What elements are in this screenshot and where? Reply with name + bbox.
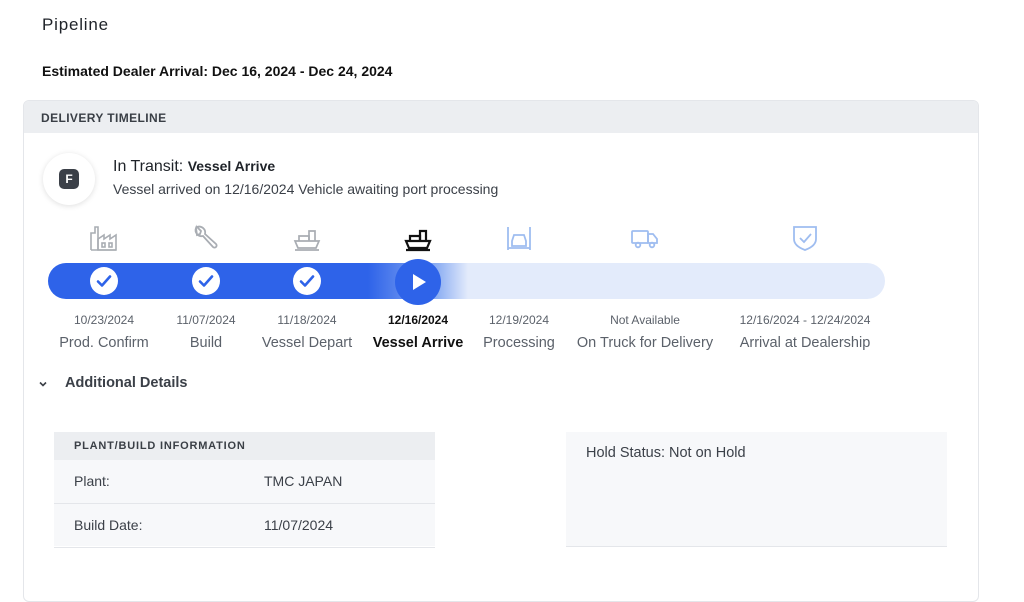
status-badge: F [43, 153, 95, 205]
build-date-value: 11/07/2024 [264, 517, 334, 533]
check-icon [96, 275, 112, 287]
plant-value: TMC JAPAN [264, 473, 343, 489]
stage-complete-marker [293, 267, 321, 295]
check-icon [198, 275, 214, 287]
status-badge-letter: F [59, 169, 79, 189]
status-main: In Transit: [113, 158, 184, 175]
stage-label: Arrival at Dealership [739, 335, 871, 351]
build-date-key: Build Date: [74, 517, 143, 533]
build-date-row: Build Date: 11/07/2024 [54, 504, 435, 548]
plant-key: Plant: [74, 473, 110, 489]
page-title: Pipeline [42, 15, 109, 34]
delivery-timeline-card: DELIVERY TIMELINE F In Transit: Vessel A… [23, 100, 979, 602]
truck-icon [631, 230, 658, 249]
stage-current-marker [395, 259, 441, 305]
factory-icon [90, 226, 117, 251]
additional-details-toggle[interactable]: Additional Details [65, 375, 187, 391]
check-icon [299, 275, 315, 287]
status-sub: Vessel Arrive [187, 158, 276, 174]
estimated-arrival: Estimated Dealer Arrival: Dec 16, 2024 -… [42, 63, 393, 79]
stage-date: Not Available [610, 313, 680, 327]
stage-label: On Truck for Delivery [576, 335, 714, 351]
chevron-down-icon[interactable] [38, 379, 48, 389]
ship-active-icon [404, 229, 432, 252]
stage-complete-marker [192, 267, 220, 295]
wrench-icon [194, 224, 218, 249]
stage-date: 12/16/2024 - 12/24/2024 [739, 313, 871, 327]
car-lift-icon [507, 227, 531, 250]
status-description: Vessel arrived on 12/16/2024 Vehicle awa… [113, 181, 499, 197]
shield-check-icon [793, 226, 817, 251]
hold-status: Hold Status: Not on Hold [586, 445, 746, 461]
plant-build-header: PLANT/BUILD INFORMATION [54, 432, 435, 460]
delivery-timeline-header: DELIVERY TIMELINE [24, 101, 978, 133]
hold-status-panel: Hold Status: Not on Hold [566, 432, 947, 547]
play-icon [413, 274, 426, 290]
stage-complete-marker [90, 267, 118, 295]
plant-row: Plant: TMC JAPAN [54, 460, 435, 504]
plant-build-panel: PLANT/BUILD INFORMATION Plant: TMC JAPAN… [54, 432, 435, 548]
progress-track [48, 263, 885, 299]
status-title: In Transit: Vessel Arrive [113, 158, 275, 176]
ship-icon [293, 230, 321, 251]
